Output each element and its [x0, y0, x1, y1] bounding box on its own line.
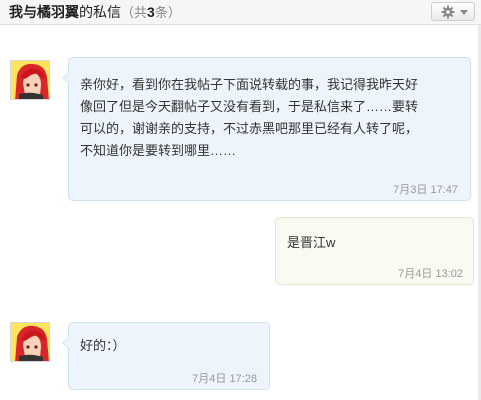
bubble-pointer [62, 72, 69, 84]
gear-icon [441, 5, 455, 19]
message-count-close: 条） [154, 5, 181, 20]
message-bubble-self: 是晋江w 7月4日 13:02 [275, 217, 474, 285]
message-line: 是晋江w [287, 235, 336, 250]
avatar[interactable] [10, 322, 50, 362]
message-line: 可以的，谢谢亲的支持，不过赤黑吧那里已经有人转了呢， [80, 121, 419, 136]
message-line: 不知道你是要转到哪里…… [80, 143, 237, 158]
title-prefix: 我与 [9, 4, 37, 20]
message-count-open: （共 [121, 5, 148, 20]
message-timestamp: 7月4日 13:02 [398, 268, 463, 280]
message-text: 亲你好，看到你在我帖子下面说转载的事，我记得我昨天好 像回了但是今天翻帖子又没有… [80, 74, 418, 162]
page-title: 我与橘羽翼的私信（共3条） [9, 3, 181, 22]
message-line: 像回了但是今天翻帖子又没有看到，于是私信来了……要转 [80, 99, 419, 114]
message-timestamp: 7月4日 17:28 [192, 373, 257, 385]
caret-down-icon [460, 10, 468, 15]
bubble-pointer [62, 337, 69, 349]
message-line: 亲你好，看到你在我帖子下面说转载的事，我记得我昨天好 [80, 77, 419, 92]
message-bubble: 好的：） 7月4日 17:28 [62, 322, 270, 390]
title-suffix: 的私信 [79, 4, 121, 20]
message-line: 好的：） [80, 338, 126, 353]
message-bubble: 亲你好，看到你在我帖子下面说转载的事，我记得我昨天好 像回了但是今天翻帖子又没有… [62, 57, 471, 201]
avatar[interactable] [10, 60, 50, 100]
conversation-header: 我与橘羽翼的私信（共3条） [0, 0, 481, 25]
avatar-image [11, 61, 49, 99]
message-text: 好的：） [80, 335, 126, 357]
contact-name-link[interactable]: 橘羽翼 [37, 4, 79, 20]
message-text: 是晋江w [287, 232, 335, 254]
avatar-image [11, 323, 49, 361]
message-timestamp: 7月3日 17:47 [393, 184, 458, 196]
message-count: 3 [147, 4, 155, 20]
settings-dropdown-button[interactable] [431, 2, 475, 21]
